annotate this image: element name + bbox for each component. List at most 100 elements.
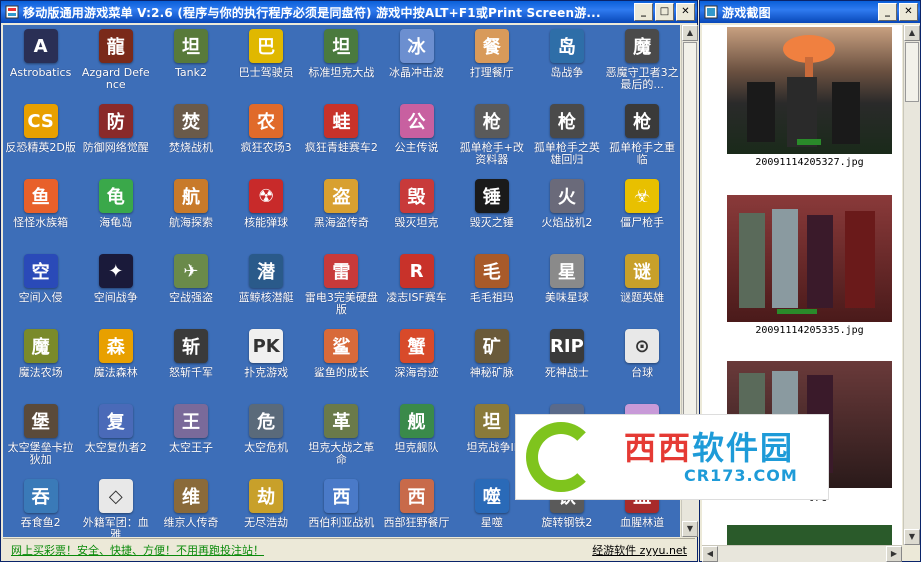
scroll-up-icon[interactable]: ▲ [904, 25, 920, 41]
game-item[interactable]: 吞吞食鱼2 [3, 475, 78, 537]
scroll-thumb[interactable] [683, 42, 697, 422]
game-label: 空间入侵 [18, 291, 63, 304]
raiden-icon: 雷 [324, 254, 359, 288]
game-item[interactable]: 潜蓝鲸核潜艇 [229, 250, 304, 325]
game-item[interactable]: 公公主传说 [379, 100, 454, 175]
game-item[interactable]: A Astrobatics [3, 25, 78, 100]
game-item[interactable]: R 凌志ISF赛车 [379, 250, 454, 325]
screenshot-thumb-1[interactable] [727, 27, 892, 154]
scroll-right-icon[interactable]: ▶ [886, 546, 902, 562]
screenshots-titlebar[interactable]: 游戏截图 _ ✕ [700, 1, 920, 23]
game-item[interactable]: ◇ 外籍军团：血雅 [78, 475, 153, 537]
game-item[interactable]: 毛毛毛祖玛 [454, 250, 529, 325]
game-label: 打理餐厅 [469, 66, 514, 79]
screenshot-thumb-2[interactable] [727, 195, 892, 322]
game-item[interactable]: 鲨鲨鱼的成长 [304, 325, 379, 400]
game-item[interactable]: 焚焚烧战机 [153, 100, 228, 175]
vendor-link[interactable]: 经游软件 zyyu.net [592, 542, 687, 558]
game-item[interactable]: ✈ 空战强盗 [153, 250, 228, 325]
game-item[interactable]: PK 扑克游戏 [229, 325, 304, 400]
game-item[interactable]: 堡太空堡垒卡拉狄加 [3, 400, 78, 475]
game-item[interactable]: 坦标准坦克大战 [304, 25, 379, 100]
game-label: 海龟岛 [99, 216, 133, 229]
game-item[interactable]: 龍 Azgard Defence [78, 25, 153, 100]
game-item[interactable]: 矿神秘矿脉 [454, 325, 529, 400]
game-item[interactable]: 星美味星球 [529, 250, 604, 325]
game-item[interactable]: 维维京人传奇 [153, 475, 228, 537]
close-button[interactable]: ✕ [899, 3, 918, 21]
tank-icon: 坦 [474, 404, 509, 438]
game-label: 台球 [631, 366, 654, 379]
game-item[interactable]: 斩怒斩千军 [153, 325, 228, 400]
game-item[interactable]: 航航海探索 [153, 175, 228, 250]
game-item[interactable]: 魔魔法农场 [3, 325, 78, 400]
plane-icon: ✈ [173, 254, 208, 288]
screenshot-scrollbar[interactable]: ▲ ▼ [903, 25, 920, 545]
game-item[interactable]: 谜谜题英雄 [605, 250, 680, 325]
titlebar[interactable]: 移动版通用游戏菜单 V:2.6 (程序与你的执行程序必须是同盘符) 游戏中按AL… [1, 1, 697, 23]
screenshot-hscrollbar[interactable]: ◀ ▶ [702, 545, 902, 562]
game-item[interactable]: 蟹深海奇迹 [379, 325, 454, 400]
game-item[interactable]: 枪孤单枪手之重临 [605, 100, 680, 175]
game-item[interactable]: 舰坦克舰队 [379, 400, 454, 475]
game-item[interactable]: 坦 Tank2 [153, 25, 228, 100]
game-item[interactable]: 巴巴士驾驶员 [229, 25, 304, 100]
game-item[interactable]: 西西部狂野餐厅 [379, 475, 454, 537]
game-item[interactable]: CS 反恐精英2D版 [3, 100, 78, 175]
game-label: 怒斩千军 [168, 366, 213, 379]
princess-icon: 公 [399, 104, 434, 138]
scroll-down-icon[interactable]: ▼ [904, 529, 920, 545]
close-button[interactable]: ✕ [676, 3, 695, 21]
game-item[interactable]: 农疯狂农场3 [229, 100, 304, 175]
game-item[interactable]: 鱼怪怪水族箱 [3, 175, 78, 250]
tank-icon: 舰 [399, 404, 434, 438]
game-item[interactable]: RIP 死神战士 [529, 325, 604, 400]
game-item[interactable]: 复太空复仇者2 [78, 400, 153, 475]
game-item[interactable]: 盗黑海盗传奇 [304, 175, 379, 250]
game-item[interactable]: 雷雷电3完美硬盘版 [304, 250, 379, 325]
game-item[interactable]: 森魔法森林 [78, 325, 153, 400]
scroll-down-icon[interactable]: ▼ [682, 521, 698, 537]
scroll-thumb[interactable] [905, 42, 919, 102]
game-item[interactable]: 革坦克大战之革命 [304, 400, 379, 475]
game-item[interactable]: ☣ 僵尸枪手 [605, 175, 680, 250]
game-item[interactable]: 蛙疯狂青蛙赛车2 [304, 100, 379, 175]
scroll-up-icon[interactable]: ▲ [682, 25, 698, 41]
fish-icon: 鱼 [23, 179, 58, 213]
tank-icon: 革 [324, 404, 359, 438]
game-label: 雷电3完美硬盘版 [304, 291, 378, 316]
game-item[interactable]: ☢ 核能弹球 [229, 175, 304, 250]
scroll-left-icon[interactable]: ◀ [702, 546, 718, 562]
game-label: 恶魔守卫者3之最后的... [605, 66, 679, 91]
screenshot-thumb-4[interactable] [727, 525, 892, 545]
game-item[interactable]: ✦ 空间战争 [78, 250, 153, 325]
game-item[interactable]: 防防御网络觉醒 [78, 100, 153, 175]
game-item[interactable]: 龟海龟岛 [78, 175, 153, 250]
game-item[interactable]: ⊙ 台球 [605, 325, 680, 400]
game-item[interactable]: 危太空危机 [229, 400, 304, 475]
zuma-icon: 毛 [474, 254, 509, 288]
waiter-icon: 餐 [474, 29, 509, 63]
game-item[interactable]: 冰冰晶冲击波 [379, 25, 454, 100]
lottery-link[interactable]: 网上买彩票！安全、快捷、方便！不用再跑投注站！ [11, 542, 264, 558]
tank-icon: 毁 [399, 179, 434, 213]
maximize-button[interactable]: □ [655, 3, 674, 21]
game-item[interactable]: 枪孤单枪手+改资料器 [454, 100, 529, 175]
game-item[interactable]: 餐打理餐厅 [454, 25, 529, 100]
game-item[interactable]: 王太空王子 [153, 400, 228, 475]
game-item[interactable]: 火火焰战机2 [529, 175, 604, 250]
swirl-icon: 劫 [249, 479, 284, 513]
game-item[interactable]: 劫无尽浩劫 [229, 475, 304, 537]
game-item[interactable]: 空空间入侵 [3, 250, 78, 325]
game-label: 维京人传奇 [163, 516, 219, 529]
minimize-button[interactable]: _ [878, 3, 897, 21]
game-label: 毛毛祖玛 [469, 291, 514, 304]
game-item[interactable]: 西西伯利亚战机 [304, 475, 379, 537]
game-item[interactable]: 枪孤单枪手之英雄回归 [529, 100, 604, 175]
game-item[interactable]: 毁毁灭坦克 [379, 175, 454, 250]
minimize-button[interactable]: _ [634, 3, 653, 21]
game-item[interactable]: 岛岛战争 [529, 25, 604, 100]
game-label: 外籍军团：血雅 [82, 516, 149, 538]
game-item[interactable]: 锤毁灭之锤 [454, 175, 529, 250]
game-item[interactable]: 魔恶魔守卫者3之最后的... [605, 25, 680, 100]
